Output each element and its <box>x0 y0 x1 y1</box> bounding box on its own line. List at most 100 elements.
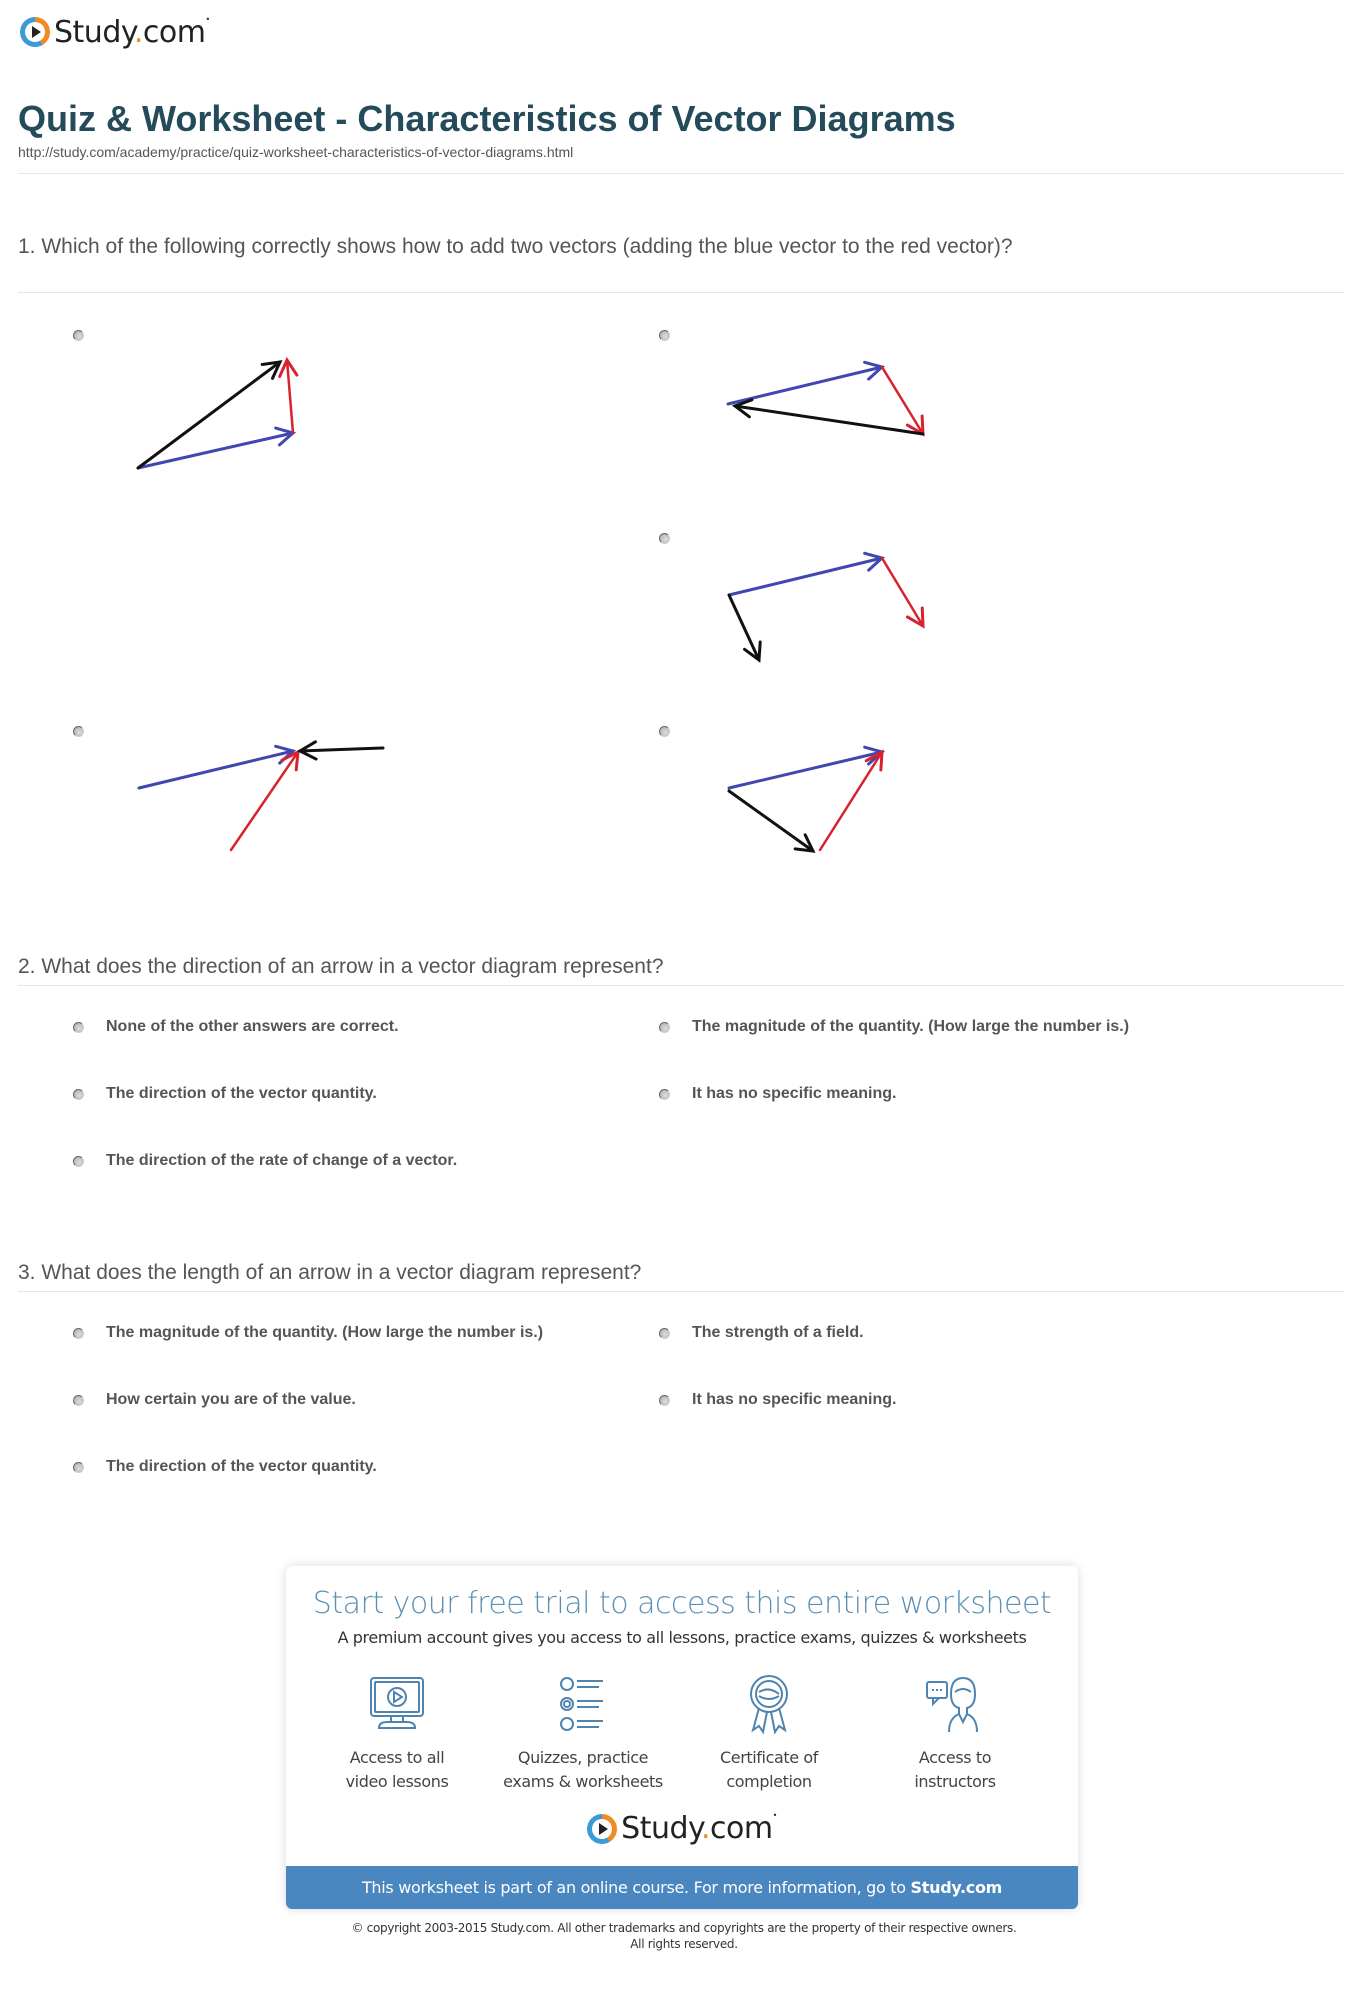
q1-option-d-black-vector <box>296 740 385 761</box>
q3-option-5[interactable]: The direction of the vector quantity. <box>73 1458 377 1476</box>
arrowhead <box>743 640 762 663</box>
q1-option-e-blue-vector <box>727 745 886 790</box>
question-3-text: 3. What does the length of an arrow in a… <box>18 1261 642 1284</box>
copyright-line: All rights reserved. <box>630 1937 738 1951</box>
promo-study-logo[interactable]: Study.com• <box>286 1811 1078 1846</box>
page-url[interactable]: http://study.com/academy/practice/quiz-w… <box>18 144 573 160</box>
page-title: Quiz & Worksheet - Characteristics of Ve… <box>18 98 956 139</box>
q1-option-c-red-vector <box>880 556 925 629</box>
q1-option-e-red-vector <box>818 749 884 852</box>
feature-label: instructors <box>914 1772 996 1791</box>
q1-option-b-red-vector <box>880 365 925 437</box>
divider <box>18 985 1344 986</box>
q1-option-a-black-vector <box>136 360 283 470</box>
q1-option-d-radio[interactable] <box>73 726 84 737</box>
logo-wordmark: Study.com• <box>621 1811 777 1846</box>
arrowhead <box>905 414 925 437</box>
study-logo[interactable]: Study.com• <box>20 12 210 52</box>
arrowhead <box>863 551 886 572</box>
arrowhead <box>274 744 297 765</box>
arrowhead <box>296 740 318 761</box>
q2-option-4[interactable]: It has no specific meaning. <box>659 1085 897 1103</box>
feature-label: Certificate of <box>719 1748 819 1767</box>
option-label: How certain you are of the value. <box>106 1391 356 1408</box>
q1-option-d-blue-vector <box>137 744 297 790</box>
q1-option-a-blue-vector <box>136 426 297 470</box>
q3-option-4[interactable]: It has no specific meaning. <box>659 1391 897 1409</box>
q1-option-e-radio[interactable] <box>659 726 670 737</box>
list-icon <box>560 1677 603 1731</box>
banner-text: This worksheet is part of an online cour… <box>361 1878 911 1897</box>
arrowhead <box>905 606 925 629</box>
q2-option-5[interactable]: The direction of the rate of change of a… <box>73 1152 457 1170</box>
copyright: © copyright 2003-2015 Study.com. All oth… <box>0 1920 1368 1952</box>
option-label: The direction of the vector quantity. <box>106 1085 377 1102</box>
feature-label: completion <box>726 1772 812 1791</box>
feature-quizzes: Quizzes, practice exams & worksheets <box>498 1672 668 1794</box>
radio-button[interactable] <box>73 1461 84 1473</box>
arrowhead <box>278 356 299 378</box>
copyright-line: © copyright 2003-2015 Study.com. All oth… <box>351 1921 1017 1935</box>
option-label: The direction of the vector quantity. <box>106 1458 377 1475</box>
promo-subtitle: A premium account gives you access to al… <box>337 1628 1027 1647</box>
arrowhead <box>280 749 300 772</box>
option-label: The strength of a field. <box>692 1324 864 1341</box>
feature-label: Access to <box>918 1748 992 1767</box>
q3-option-3[interactable]: How certain you are of the value. <box>73 1391 356 1409</box>
study-com-link[interactable]: Study.com <box>911 1878 1003 1897</box>
option-label: The magnitude of the quantity. (How larg… <box>106 1324 544 1341</box>
option-label: The direction of the rate of change of a… <box>106 1152 458 1169</box>
radio-button[interactable] <box>73 1327 84 1339</box>
radio-button[interactable] <box>73 1155 84 1167</box>
question-2-text: 2. What does the direction of an arrow i… <box>18 955 664 978</box>
radio-button[interactable] <box>659 1021 670 1033</box>
free-trial-promo[interactable]: Start your free trial to access this ent… <box>286 1566 1078 1909</box>
radio-button[interactable] <box>73 1021 84 1033</box>
feature-label: video lessons <box>345 1772 449 1791</box>
feature-certificate: Certificate of completion <box>684 1672 854 1794</box>
feature-label: Quizzes, practice <box>517 1748 649 1767</box>
q3-option-1[interactable]: The magnitude of the quantity. (How larg… <box>73 1324 543 1342</box>
option-label: It has no specific meaning. <box>692 1085 897 1102</box>
q1-option-b-blue-vector <box>726 360 886 406</box>
course-info-banner: This worksheet is part of an online cour… <box>286 1866 1078 1909</box>
q1-option-e-black-vector <box>727 789 816 853</box>
award-ribbon-icon <box>750 1675 788 1735</box>
q2-option-1[interactable]: None of the other answers are correct. <box>73 1018 399 1036</box>
q1-option-c-radio[interactable] <box>659 533 670 544</box>
divider <box>18 292 1344 293</box>
radio-button[interactable] <box>659 1394 670 1406</box>
logo-wordmark: Study.com• <box>54 14 210 50</box>
option-label: The magnitude of the quantity. (How larg… <box>692 1018 1130 1035</box>
play-logo-icon <box>20 17 50 47</box>
q3-option-2[interactable]: The strength of a field. <box>659 1324 864 1342</box>
play-logo-icon <box>587 1813 618 1844</box>
arrowhead <box>863 360 886 381</box>
q2-option-3[interactable]: The direction of the vector quantity. <box>73 1085 377 1103</box>
q1-option-a-red-vector <box>278 356 299 435</box>
q1-option-d-red-vector <box>229 749 300 852</box>
arrowhead <box>863 745 886 766</box>
q2-option-2[interactable]: The magnitude of the quantity. (How larg… <box>659 1018 1129 1036</box>
divider <box>18 1291 1344 1292</box>
feature-instructors: Access to instructors <box>870 1672 1040 1794</box>
radio-button[interactable] <box>659 1327 670 1339</box>
radio-button[interactable] <box>659 1088 670 1100</box>
q1-option-b-radio[interactable] <box>659 330 670 341</box>
q1-option-c-blue-vector <box>727 551 886 597</box>
q1-option-a-radio[interactable] <box>73 330 84 341</box>
instructor-chat-icon <box>926 1677 978 1733</box>
divider <box>18 173 1344 174</box>
arrowhead <box>793 833 816 853</box>
arrowhead <box>260 360 283 380</box>
option-label: None of the other answers are correct. <box>106 1018 399 1035</box>
radio-button[interactable] <box>73 1088 84 1100</box>
arrowhead <box>274 426 297 447</box>
question-1-text: 1. Which of the following correctly show… <box>18 235 1013 258</box>
feature-label: exams & worksheets <box>503 1772 663 1791</box>
arrowhead <box>864 749 884 772</box>
feature-label: Access to all <box>349 1748 445 1767</box>
radio-button[interactable] <box>73 1394 84 1406</box>
feature-video-lessons: Access to all video lessons <box>312 1672 482 1794</box>
arrowhead <box>731 398 754 419</box>
